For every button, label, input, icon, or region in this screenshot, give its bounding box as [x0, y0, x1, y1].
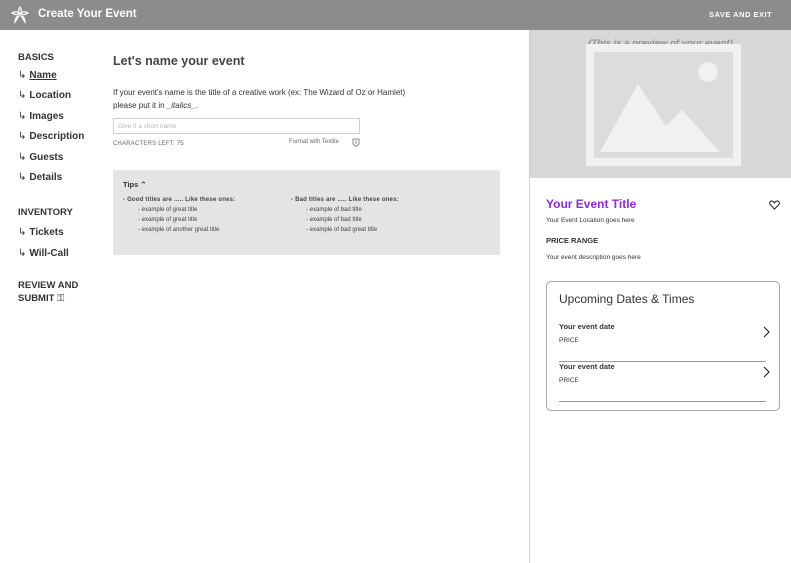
sidebar-section-review-and-submit[interactable]: REVIEW AND SUBMIT ⚿	[18, 279, 78, 305]
event-name-input[interactable]	[113, 118, 360, 134]
sidebar-section-basics: BASICS	[18, 52, 54, 63]
flower-logo-icon	[10, 5, 30, 24]
sub-arrow-icon: ↳	[18, 111, 27, 122]
sidebar-item-description[interactable]: ↳ Description	[18, 131, 84, 142]
save-and-exit-button[interactable]: SAVE AND EXIT	[709, 10, 772, 19]
bad-titles-list: - Bad titles are ..... Like these ones: …	[291, 195, 399, 235]
sub-arrow-icon: ↳	[18, 248, 27, 259]
sidebar-item-details[interactable]: ↳ Details	[18, 172, 62, 183]
sidebar-item-label: Name	[29, 70, 57, 81]
sub-arrow-icon: ↳	[18, 131, 27, 142]
section-title-line2: SUBMIT ⚿	[18, 293, 65, 304]
sub-arrow-icon: ↳	[18, 172, 27, 183]
tips-panel: Tips ⌃ - Good titles are ..... Like thes…	[113, 170, 500, 255]
list-item: - example of bad great title	[306, 227, 378, 233]
event-price: PRICE	[559, 377, 579, 384]
sidebar-item-images[interactable]: ↳ Images	[18, 111, 64, 122]
section-title-line1: REVIEW AND	[18, 280, 79, 291]
heart-icon[interactable]	[769, 200, 780, 210]
event-description: Your event description goes here	[546, 254, 641, 261]
sidebar-item-location[interactable]: ↳ Location	[18, 90, 71, 101]
upcoming-dates-title: Upcoming Dates & Times	[559, 292, 695, 306]
event-date: Your event date	[559, 362, 615, 371]
date-row[interactable]: Your event date PRICE	[559, 322, 770, 362]
preview-image-area: (This is a preview of your event)	[530, 30, 791, 178]
page-title: Let's name your event	[113, 54, 245, 68]
caret-up-icon: ⌃	[140, 180, 147, 189]
date-row[interactable]: Your event date PRICE	[559, 362, 770, 402]
list-item: - example of another great title	[138, 227, 220, 233]
list-item: - example of bad title	[306, 217, 362, 223]
event-location: Your Event Location goes here	[546, 217, 635, 224]
sidebar-item-name[interactable]: ↳ Name	[18, 70, 57, 81]
sidebar-item-label: Images	[29, 111, 64, 122]
chevron-right-icon	[763, 366, 770, 378]
info-icon[interactable]	[352, 138, 360, 147]
sidebar-item-label: Tickets	[29, 227, 64, 238]
sidebar-section-inventory: INVENTORY	[18, 207, 73, 218]
upcoming-dates-card: Upcoming Dates & Times Your event date P…	[546, 281, 780, 411]
sidebar-item-will-call[interactable]: ↳ Will-Call	[18, 248, 69, 259]
good-titles-heading: - Good titles are ..... Like these ones:	[123, 197, 236, 203]
sub-arrow-icon: ↳	[18, 227, 27, 238]
sub-arrow-icon: ↳	[18, 152, 27, 163]
list-item: - example of bad title	[306, 207, 362, 213]
chevron-right-icon	[763, 326, 770, 338]
good-titles-list: - Good titles are ..... Like these ones:…	[123, 195, 235, 235]
sidebar-item-label: Details	[29, 172, 63, 183]
sidebar-item-label: Will-Call	[29, 248, 69, 259]
sub-arrow-icon: ↳	[18, 70, 27, 81]
sidebar-item-label: Description	[29, 131, 85, 142]
price-range: PRICE RANGE	[546, 236, 599, 245]
sub-arrow-icon: ↳	[18, 90, 27, 101]
name-help-text: If your event's name is the title of a c…	[113, 88, 406, 110]
lock-icon: ⚿	[57, 293, 65, 304]
image-placeholder-icon	[586, 44, 741, 166]
sidebar-item-tickets[interactable]: ↳ Tickets	[18, 227, 64, 238]
top-bar: Create Your Event SAVE AND EXIT	[0, 0, 791, 30]
list-item: - example of great title	[138, 207, 198, 213]
sidebar-item-label: Location	[29, 90, 72, 101]
characters-left-counter: CHARACTERS LEFT: 75	[113, 141, 184, 147]
event-title: Your Event Title	[546, 197, 637, 211]
event-price: PRICE	[559, 337, 579, 344]
format-with-textile-link[interactable]: Format with Textile	[289, 139, 339, 145]
list-item: - example of great title	[138, 217, 198, 223]
sidebar-item-guests[interactable]: ↳ Guests	[18, 152, 63, 163]
app-title: Create Your Event	[38, 8, 137, 20]
sidebar-item-label: Guests	[29, 152, 64, 163]
tips-toggle[interactable]: Tips ⌃	[123, 180, 147, 189]
event-date: Your event date	[559, 322, 615, 331]
bad-titles-heading: - Bad titles are ..... Like these ones:	[291, 197, 399, 203]
